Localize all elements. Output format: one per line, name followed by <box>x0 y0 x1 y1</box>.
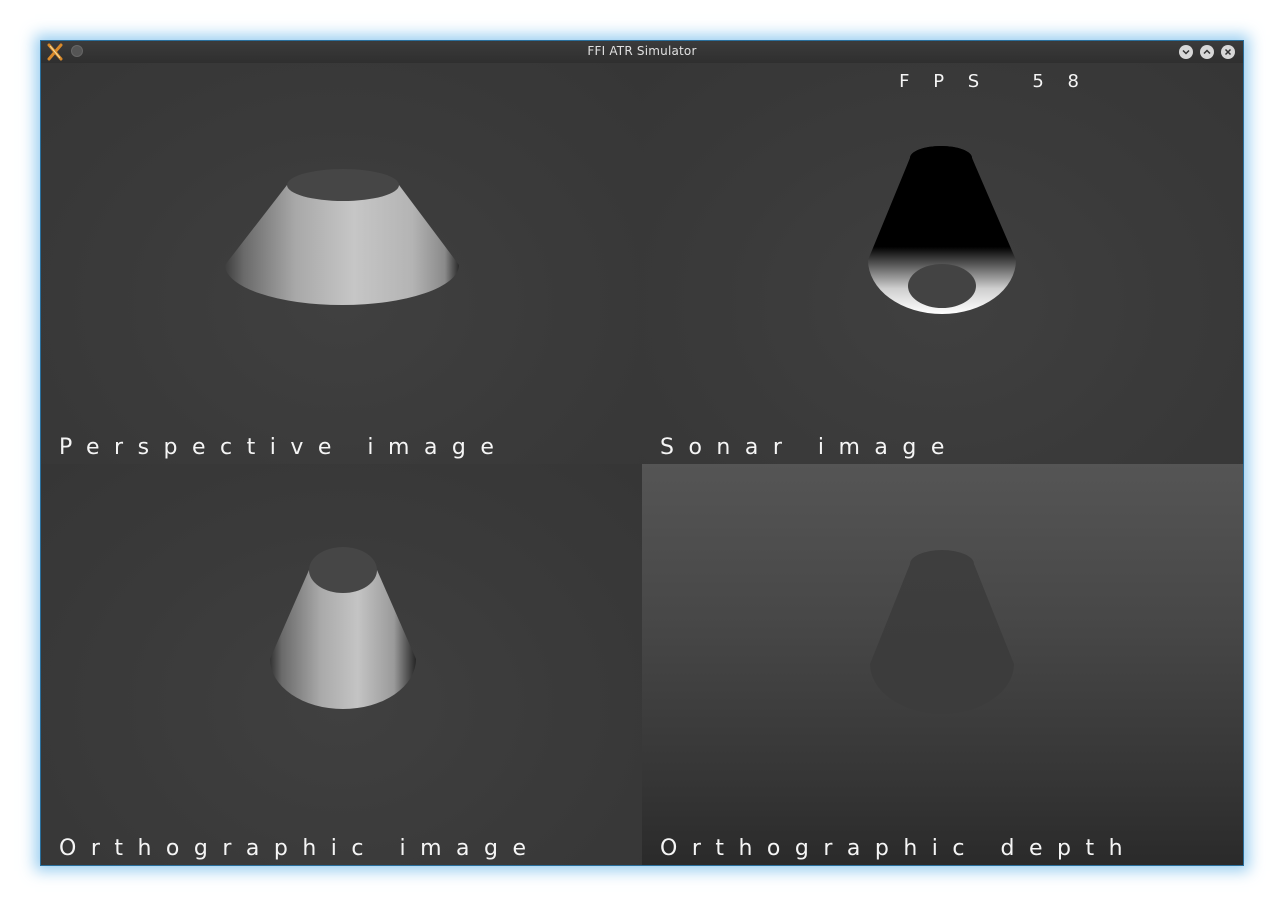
orthographic-cone <box>270 547 416 709</box>
title-bar[interactable]: FFI ATR Simulator <box>41 41 1243 63</box>
perspective-label: Perspective image <box>59 435 509 460</box>
maximize-button[interactable] <box>1200 45 1214 59</box>
window-title: FFI ATR Simulator <box>587 44 697 58</box>
sonar-cone <box>868 146 1016 314</box>
depth-label: Orthographic depth <box>660 836 1138 861</box>
maximize-icon <box>1203 49 1211 55</box>
perspective-pane: Perspective image <box>41 63 642 464</box>
close-icon <box>1224 48 1232 56</box>
orthographic-label: Orthographic image <box>59 836 541 861</box>
depth-pane: Orthographic depth <box>642 464 1243 865</box>
close-button[interactable] <box>1221 45 1235 59</box>
sonar-label: Sonar image <box>660 435 959 460</box>
app-window: FFI ATR Simulator Perspective image F P … <box>40 40 1244 866</box>
sonar-pane: F P S 5 8 Sonar image <box>642 63 1243 464</box>
orthographic-pane: Orthographic image <box>41 464 642 865</box>
viewport-grid: Perspective image F P S 5 8 Sonar image … <box>41 63 1243 865</box>
minimize-button[interactable] <box>1179 45 1193 59</box>
depth-cone <box>870 550 1014 714</box>
minimize-icon <box>1182 49 1190 55</box>
perspective-cone <box>225 169 459 305</box>
fps-counter: F P S 5 8 <box>899 71 1088 92</box>
